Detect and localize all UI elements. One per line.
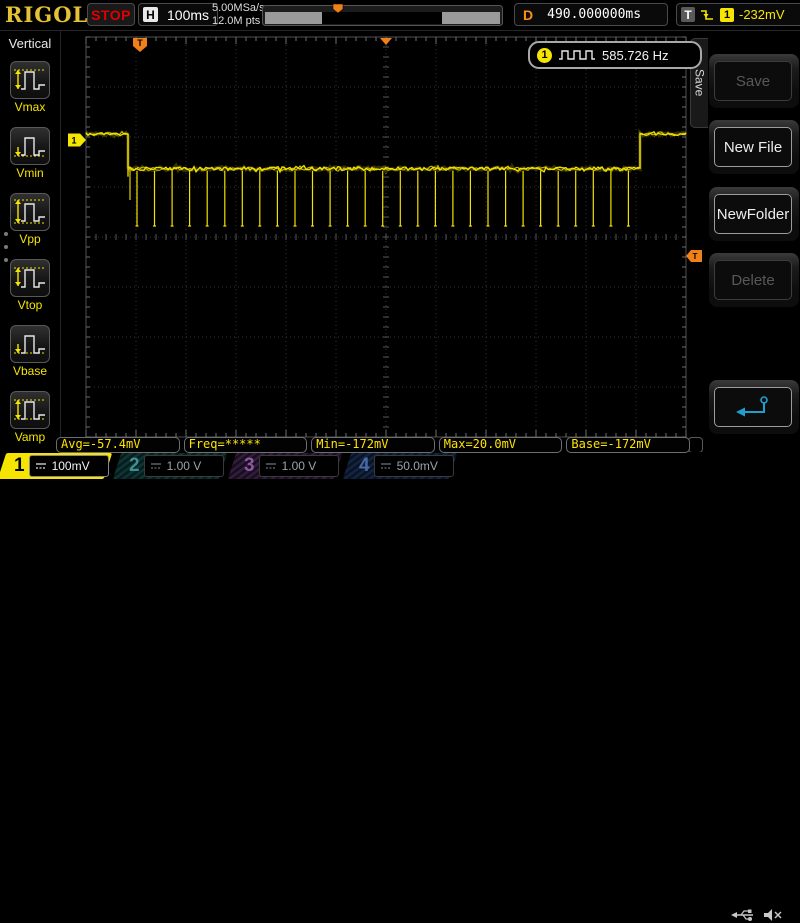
- status-icons: [730, 907, 783, 923]
- channel2-number: 2: [129, 455, 140, 476]
- newfolder-button[interactable]: NewFolder: [714, 194, 792, 234]
- scope-display: T 1 T: [68, 36, 702, 438]
- measurement-base: Base=-172mV: [566, 437, 690, 453]
- back-button[interactable]: [714, 387, 792, 427]
- channel3-indicator[interactable]: 3 1.00 V: [227, 453, 343, 479]
- channel4-scale: 50.0mV: [396, 459, 438, 473]
- channel3-scale: 1.00 V: [281, 459, 317, 473]
- trigger-source-badge: 1: [720, 7, 734, 22]
- timebase-value: 100ms: [167, 6, 210, 23]
- falling-edge-icon: [701, 10, 713, 20]
- memory-position-overview: [262, 3, 503, 26]
- measurement-max: Max=20.0mV: [438, 437, 563, 453]
- delete-button[interactable]: Delete: [714, 260, 792, 300]
- speaker-muted-icon: [764, 909, 782, 921]
- softkey-slot-2: New File: [709, 120, 799, 174]
- save-button[interactable]: Save: [714, 61, 792, 101]
- svg-text:T: T: [693, 252, 698, 261]
- menu-title: Vertical: [8, 36, 52, 51]
- trigger-level-value: -232mV: [739, 7, 785, 22]
- channel-status-bar: 1 100mV 2 1.00 V 3 1.00 V 4 50.0mV: [0, 452, 800, 921]
- vbase-button[interactable]: [10, 325, 50, 363]
- trigger-delay-indicator: [380, 38, 392, 45]
- square-wave-icon: [559, 50, 595, 60]
- return-arrow-icon: [736, 396, 768, 417]
- dc-coupling-icon: [35, 463, 46, 469]
- softkey-slot-1: Save: [709, 54, 799, 108]
- channel4-indicator[interactable]: 4 50.0mV: [342, 453, 458, 479]
- vmin-icon: [14, 137, 46, 157]
- vtop-label: Vtop: [17, 298, 43, 312]
- menu-item-vbase: Vbase: [0, 325, 60, 378]
- vamp-label: Vamp: [14, 430, 46, 444]
- softkey-slot-4: Delete: [709, 253, 799, 307]
- measurement-freq: Freq=*****: [183, 437, 308, 453]
- vmax-button[interactable]: [10, 61, 50, 99]
- channel2-scale: 1.00 V: [166, 459, 202, 473]
- menu-item-vtop: Vtop: [0, 259, 60, 312]
- vpp-icon: [14, 199, 46, 224]
- vmax-icon: [14, 69, 46, 90]
- frequency-counter: 1 585.726 Hz: [528, 41, 702, 69]
- menu-item-vamp: Vamp: [0, 391, 60, 444]
- channel1-number: 1: [14, 455, 25, 476]
- menu-page-dots: [4, 232, 8, 262]
- svg-text:T: T: [137, 38, 143, 48]
- vmin-label: Vmin: [16, 166, 44, 180]
- vbase-label: Vbase: [12, 364, 48, 378]
- channel1-scale: 100mV: [51, 459, 90, 473]
- left-measure-menu: Vertical Vmax Vmin Vpp Vtop Vbase Vamp: [0, 30, 61, 444]
- h-badge: H: [143, 7, 158, 22]
- menu-item-vmax: Vmax: [0, 61, 60, 114]
- channel3-number: 3: [244, 455, 255, 476]
- trigger-box[interactable]: T 1 -232mV: [676, 3, 800, 26]
- right-soft-menu: Save Save New File NewFolder Delete: [690, 30, 800, 438]
- measurement-min: Min=-172mV: [311, 437, 435, 453]
- softkey-slot-5: [709, 380, 799, 434]
- channel2-indicator[interactable]: 2 1.00 V: [112, 453, 228, 479]
- rigol-logo: RIGOL: [5, 2, 89, 27]
- measurement-avg: Avg=-57.4mV: [56, 437, 180, 453]
- delay-badge: D: [523, 6, 534, 23]
- run-state-indicator: STOP: [87, 3, 135, 26]
- delay-value: 490.000000ms: [547, 7, 642, 22]
- horizontal-timebase-box[interactable]: H 100ms: [138, 3, 218, 26]
- vbase-icon: [14, 335, 46, 354]
- usb-icon: [731, 909, 753, 921]
- vpp-button[interactable]: [10, 193, 50, 231]
- trigger-position-marker[interactable]: T: [133, 38, 147, 52]
- new-file-button[interactable]: New File: [714, 127, 792, 167]
- dc-coupling-icon: [380, 463, 391, 469]
- dc-coupling-icon: [265, 463, 276, 469]
- vmin-button[interactable]: [10, 127, 50, 165]
- menu-item-vpp: Vpp: [0, 193, 60, 246]
- vmax-label: Vmax: [14, 100, 46, 114]
- top-status-bar: RIGOL STOP H 100ms 5.00MSa/s 12.0M pts D…: [0, 0, 800, 31]
- graticule: [85, 36, 687, 438]
- delay-box[interactable]: D 490.000000ms: [514, 3, 668, 26]
- vtop-button[interactable]: [10, 259, 50, 297]
- svg-text:1: 1: [71, 136, 76, 146]
- acquisition-info: 5.00MSa/s 12.0M pts: [212, 2, 265, 28]
- menu-item-vmin: Vmin: [0, 127, 60, 180]
- channel1-indicator[interactable]: 1 100mV: [0, 453, 113, 479]
- channel4-number: 4: [359, 455, 370, 476]
- vpp-label: Vpp: [19, 232, 41, 246]
- frequency-value: 585.726 Hz: [602, 47, 669, 63]
- vamp-icon: [14, 399, 46, 420]
- measurement-results-bar: Avg=-57.4mV Freq=***** Min=-172mV Max=20.0m…: [56, 437, 690, 453]
- freq-counter-channel-badge: 1: [537, 47, 552, 63]
- trigger-badge: T: [681, 7, 695, 22]
- vtop-icon: [14, 267, 46, 288]
- vamp-button[interactable]: [10, 391, 50, 429]
- dc-coupling-icon: [150, 463, 161, 469]
- channel1-ground-marker[interactable]: 1: [68, 133, 86, 147]
- memory-depth: 12.0M pts: [212, 15, 261, 27]
- trigger-level-marker[interactable]: T: [686, 250, 702, 262]
- softkey-slot-3: NewFolder: [709, 187, 799, 241]
- sample-rate: 5.00MSa/s: [212, 2, 265, 14]
